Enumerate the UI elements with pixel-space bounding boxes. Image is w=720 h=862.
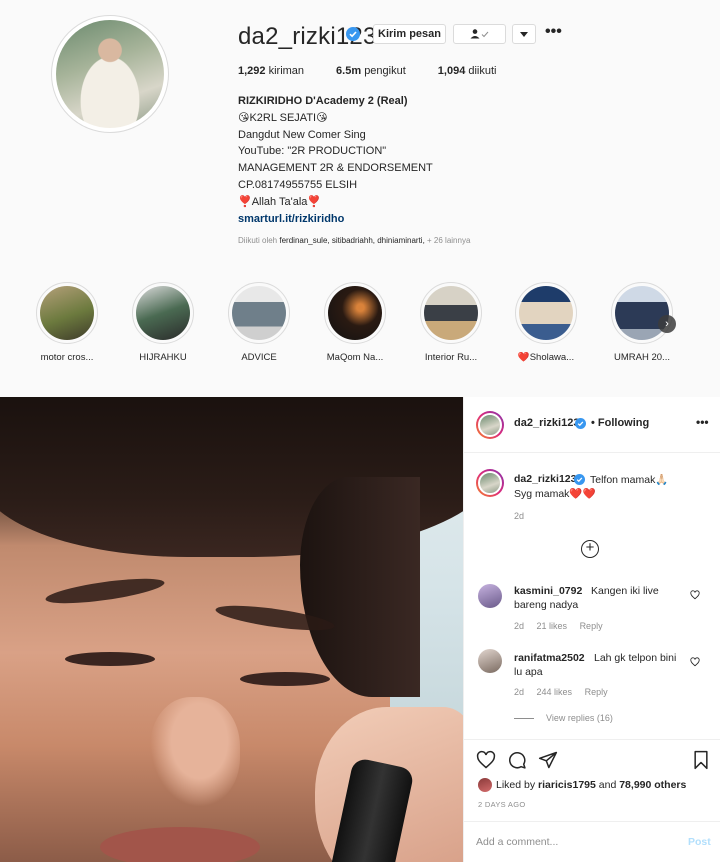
heart-icon[interactable] [690,590,700,600]
followers-stat[interactable]: 6.5m pengikut [336,65,406,77]
bio-line: CP.08174955755 ELSIH [238,178,358,191]
post-timestamp[interactable]: 2 DAYS AGO [478,800,525,809]
bio-line: YouTube: "2R PRODUCTION" [238,145,387,158]
bio-line: ❣️Allah Ta'ala❣️ [238,195,322,208]
highlight-item[interactable]: HIJRAHKU [123,282,203,363]
profile-avatar[interactable] [51,15,169,133]
comment-text: Lah gk telpon bini [594,652,677,664]
liked-by[interactable]: Liked by riaricis1795 and 78,990 others [478,778,686,792]
commenter-avatar[interactable] [478,584,502,608]
comment-text: Kangen iki live [591,585,659,597]
heart-icon[interactable] [690,657,700,667]
bio-line: MANAGEMENT 2R & ENDORSEMENT [238,162,433,175]
bio-line: Dangdut New Comer Sing [238,128,366,141]
comment-input[interactable]: Add a comment... [476,836,558,848]
highlight-item[interactable]: ADVICE [219,282,299,363]
highlight-item[interactable]: MaQom Na... [315,282,395,363]
bio-full-name: RIZKIRIDHO D'Academy 2 (Real) [238,95,408,107]
caption-text: Syg mamak❤️❤️ [514,488,596,500]
bio-link[interactable]: smarturl.it/rizkiridho [238,211,538,228]
followed-by[interactable]: Diikuti oleh ferdinan_sule, sitibadriahh… [238,236,470,245]
comment-reply-button[interactable]: Reply [585,687,608,697]
following-stat[interactable]: 1,094 diikuti [438,65,497,77]
comment-username[interactable]: kasmini_0792 [514,585,582,597]
post-author-username[interactable]: da2_rizki123 [514,417,579,429]
comment-reply-button[interactable]: Reply [580,621,603,631]
profile-header: da2_rizki123 Kirim pesan ••• 1,292 kirim… [0,0,720,397]
post-header: da2_rizki123 • Following ••• [464,397,720,453]
highlight-item[interactable]: motor cros... [27,282,107,363]
comment-meta: 2d 21 likes Reply [514,621,613,631]
load-more-comments-button[interactable]: + [581,540,599,558]
story-highlights: motor cros... HIJRAHKU ADVICE MaQom Na..… [0,282,720,372]
user-check-icon [470,29,488,39]
profile-stats: 1,292 kiriman 6.5m pengikut 1,094 diikut… [238,65,529,77]
highlight-item[interactable]: ❤️Sholawa... [506,282,586,363]
like-heart-icon[interactable] [476,750,496,770]
save-bookmark-icon[interactable] [691,750,711,770]
highlight-item[interactable]: Interior Ru... [411,282,491,363]
comment-time[interactable]: 2d [514,621,524,631]
following-status[interactable]: • Following [591,417,649,429]
verified-badge-icon [575,418,586,429]
verified-badge-icon [346,27,360,41]
comment-time[interactable]: 2d [514,687,524,697]
suggested-dropdown-button[interactable] [512,24,536,44]
posts-stat: 1,292 kiriman [238,65,305,77]
liker-avatar [478,778,492,792]
bio-line: 😘K2RL SEJATI😘 [238,111,328,124]
add-comment-bar: Add a comment... Post [464,821,720,862]
caption-author-avatar[interactable] [476,469,504,497]
verified-badge-icon [574,474,585,485]
view-replies-button[interactable]: View replies (16) [514,713,613,723]
post-comment-button[interactable]: Post [688,836,711,848]
share-direct-icon[interactable] [538,750,558,770]
comment-username[interactable]: ranifatma2502 [514,652,585,664]
comment-text: lu apa [514,666,543,678]
highlights-next-button[interactable]: › [658,315,676,333]
send-message-button[interactable]: Kirim pesan [373,24,446,44]
comment-likes[interactable]: 21 likes [537,621,568,631]
post-options-button[interactable]: ••• [696,416,709,428]
comment-bubble-icon[interactable] [507,750,527,770]
comment-likes[interactable]: 244 likes [537,687,573,697]
profile-bio: RIZKIRIDHO D'Academy 2 (Real) 😘K2RL SEJA… [238,93,538,227]
comment-meta: 2d 244 likes Reply [514,687,618,697]
post-author-avatar[interactable] [476,411,504,439]
caret-down-icon [520,31,528,37]
following-button[interactable] [453,24,506,44]
post-side-panel: da2_rizki123 • Following ••• da2_rizki12… [463,397,720,862]
caption-username[interactable]: da2_rizki123 [514,473,576,485]
comment-text: bareng nadya [514,599,579,611]
post-actions [464,739,720,779]
commenter-avatar[interactable] [478,649,502,673]
post-image[interactable] [0,397,463,862]
caption-timestamp[interactable]: 2d [514,511,524,521]
caption-text: Telfon mamak🙏🏻 [590,474,669,486]
profile-options-button[interactable]: ••• [545,24,563,42]
